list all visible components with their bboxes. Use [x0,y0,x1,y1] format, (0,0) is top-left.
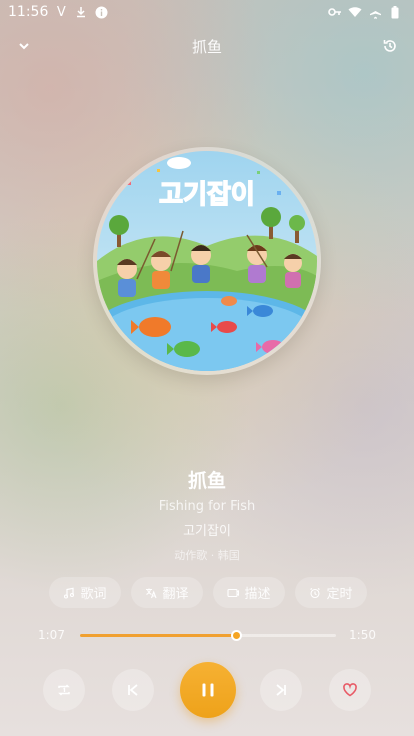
song-meta: 动作歌 · 韩国 [174,549,240,562]
status-left: 11:56 V [8,4,108,20]
airplane-icon [368,5,382,19]
song-subtitle: Fishing for Fish [158,499,256,514]
cover-title-text: 고기잡이 [159,180,255,210]
info-icon [94,5,108,19]
repeat-one-icon [58,684,70,696]
alarm-icon [310,587,321,598]
next-button[interactable] [260,669,302,711]
timer-label: 定时 [326,587,353,602]
history-icon[interactable] [378,34,402,58]
play-pause-button[interactable] [180,662,236,718]
heart-icon [343,683,357,697]
battery-icon [388,5,402,19]
song-title: 抓鱼 [187,470,226,492]
progress-row: 1:07 1:50 [0,626,414,646]
progress-fill [80,634,237,637]
status-time: 11:56 [8,4,49,20]
status-right [328,5,402,19]
vpn-key-icon [328,5,342,19]
skip-next-icon [276,684,286,696]
pause-icon [202,683,214,697]
progress-track[interactable] [80,630,336,641]
v-icon: V [56,4,66,20]
previous-button[interactable] [112,669,154,711]
total-time: 1:50 [349,628,376,642]
description-icon [227,588,240,597]
lyrics-label: 歌词 [80,587,107,602]
timer-chip[interactable]: 定时 [295,577,367,608]
lyrics-chip[interactable]: 歌词 [49,577,121,608]
top-bar: 抓鱼 [0,28,414,64]
action-chips: 歌词 翻译 描述 定时 [49,577,369,608]
current-time: 1:07 [38,628,65,642]
skip-previous-icon [128,684,138,696]
music-note-icon [64,587,75,599]
download-icon [74,5,88,19]
page-title: 抓鱼 [191,37,222,56]
playback-controls [0,662,414,718]
favorite-button[interactable] [329,669,371,711]
album-cover-frame: 고기잡이 [93,147,321,375]
translate-chip[interactable]: 翻译 [131,577,203,608]
translate-label: 翻译 [162,587,189,602]
repeat-button[interactable] [43,669,85,711]
song-info: 抓鱼 Fishing for Fish 고기잡이 动作歌 · 韩国 [0,462,414,563]
description-chip[interactable]: 描述 [213,577,285,608]
wifi-icon [348,5,362,19]
description-label: 描述 [244,587,271,602]
album-cover[interactable]: 고기잡이 [97,151,317,371]
status-bar: 11:56 V [0,0,414,24]
progress-thumb[interactable] [231,630,243,641]
song-artist: 고기잡이 [183,524,231,539]
chevron-down-icon[interactable] [12,34,36,58]
translate-icon [146,588,157,598]
